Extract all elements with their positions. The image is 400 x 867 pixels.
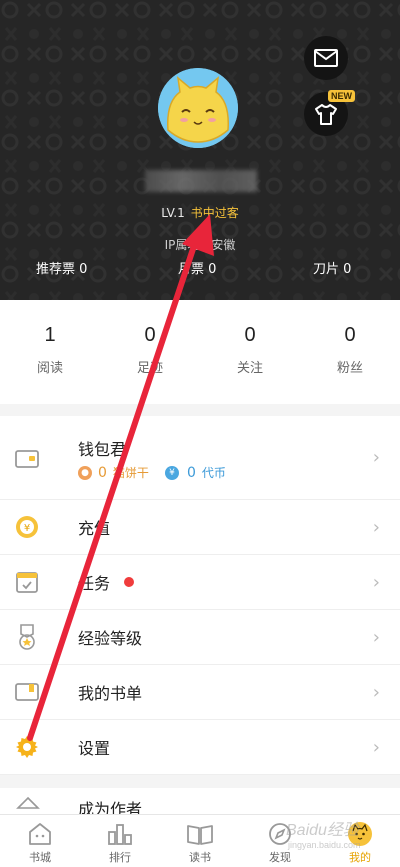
menu-item-booklist[interactable]: 我的书单 › xyxy=(0,665,400,720)
menu-item-become-author[interactable]: 成为作者 xyxy=(0,788,400,814)
stats-bar: 1 阅读 0 足迹 0 关注 0 粉丝 xyxy=(0,300,400,404)
author-icon xyxy=(16,796,40,814)
mail-icon xyxy=(314,49,338,67)
dress-up-button[interactable]: NEW xyxy=(304,90,355,136)
settings-label: 设置 xyxy=(78,739,111,758)
token-value: 0 xyxy=(186,464,196,481)
booklist-label: 我的书单 xyxy=(78,684,143,703)
gear-icon xyxy=(14,734,40,760)
watermark-subtext: jingyan.baidu.com xyxy=(288,840,361,850)
new-badge: NEW xyxy=(328,90,355,102)
stat-fans[interactable]: 0 粉丝 xyxy=(300,300,400,404)
stat-reading[interactable]: 1 阅读 xyxy=(0,300,100,404)
menu-item-exp-level[interactable]: 经验等级 › xyxy=(0,610,400,665)
svg-text:¥: ¥ xyxy=(24,523,30,534)
token-icon: ¥ xyxy=(164,465,179,480)
chevron-right-icon: › xyxy=(372,516,380,538)
menu-item-settings[interactable]: 设置 › xyxy=(0,720,400,775)
cookie-icon: ● xyxy=(78,465,92,480)
recharge-label: 充值 xyxy=(78,519,111,538)
username-blurred xyxy=(145,170,257,192)
nav-ranking[interactable]: 排行 xyxy=(80,815,160,867)
level-value: LV.1 xyxy=(161,206,185,220)
ranking-icon xyxy=(106,821,134,847)
become-author-label: 成为作者 xyxy=(78,800,143,814)
tasks-label: 任务 xyxy=(78,574,111,593)
stat-footprint[interactable]: 0 足迹 xyxy=(100,300,200,404)
stat-following[interactable]: 0 关注 xyxy=(200,300,300,404)
level-row[interactable]: LV.1 书中过客 xyxy=(0,204,400,221)
wallet-icon xyxy=(14,446,40,472)
notification-dot xyxy=(124,577,134,587)
chevron-right-icon: › xyxy=(372,571,380,593)
recharge-icon: ¥ xyxy=(14,514,40,540)
recommend-ticket[interactable]: 推荐票 0 xyxy=(36,258,87,277)
chevron-right-icon: › xyxy=(372,447,380,468)
message-button[interactable] xyxy=(304,36,348,80)
menu-list: 钱包君 ● 0 猫饼干 ¥ 0 代币 › ¥ 充值 › 任务 › 经验等级 › xyxy=(0,416,400,775)
avatar[interactable] xyxy=(158,68,238,148)
ip-location: IP属地：安徽 xyxy=(164,238,236,252)
chevron-right-icon: › xyxy=(372,736,380,758)
blade-ticket[interactable]: 刀片 0 xyxy=(313,258,351,277)
medal-icon xyxy=(14,624,40,650)
cat-avatar-icon xyxy=(158,68,238,148)
bookstore-icon xyxy=(26,821,54,847)
chevron-right-icon: › xyxy=(372,681,380,703)
watermark-text: Baidu经验 xyxy=(286,822,359,839)
menu-item-tasks[interactable]: 任务 › xyxy=(0,555,400,610)
wallet-label: 钱包君 xyxy=(78,440,127,459)
cookie-label: 猫饼干 xyxy=(112,466,149,480)
menu-item-recharge[interactable]: ¥ 充值 › xyxy=(0,500,400,555)
profile-header: NEW LV.1 书中过客 IP属地：安徽 推荐票 0 月票 0 刀片 0 xyxy=(0,0,400,300)
cookie-value: 0 xyxy=(98,464,107,481)
task-icon xyxy=(14,569,40,595)
level-title: 书中过客 xyxy=(190,206,239,220)
read-icon xyxy=(186,821,214,847)
menu-item-wallet[interactable]: 钱包君 ● 0 猫饼干 ¥ 0 代币 › xyxy=(0,416,400,500)
token-label: 代币 xyxy=(201,466,226,480)
nav-read[interactable]: 读书 xyxy=(160,815,240,867)
ticket-row: 推荐票 0 月票 0 刀片 0 xyxy=(0,258,400,278)
monthly-ticket[interactable]: 月票 0 xyxy=(178,258,216,277)
shirt-icon xyxy=(315,104,337,125)
exp-level-label: 经验等级 xyxy=(78,629,143,648)
wallet-balance: ● 0 猫饼干 ¥ 0 代币 xyxy=(78,464,226,481)
nav-bookstore[interactable]: 书城 xyxy=(0,815,80,867)
booklist-icon xyxy=(14,679,40,705)
chevron-right-icon: › xyxy=(372,626,380,648)
